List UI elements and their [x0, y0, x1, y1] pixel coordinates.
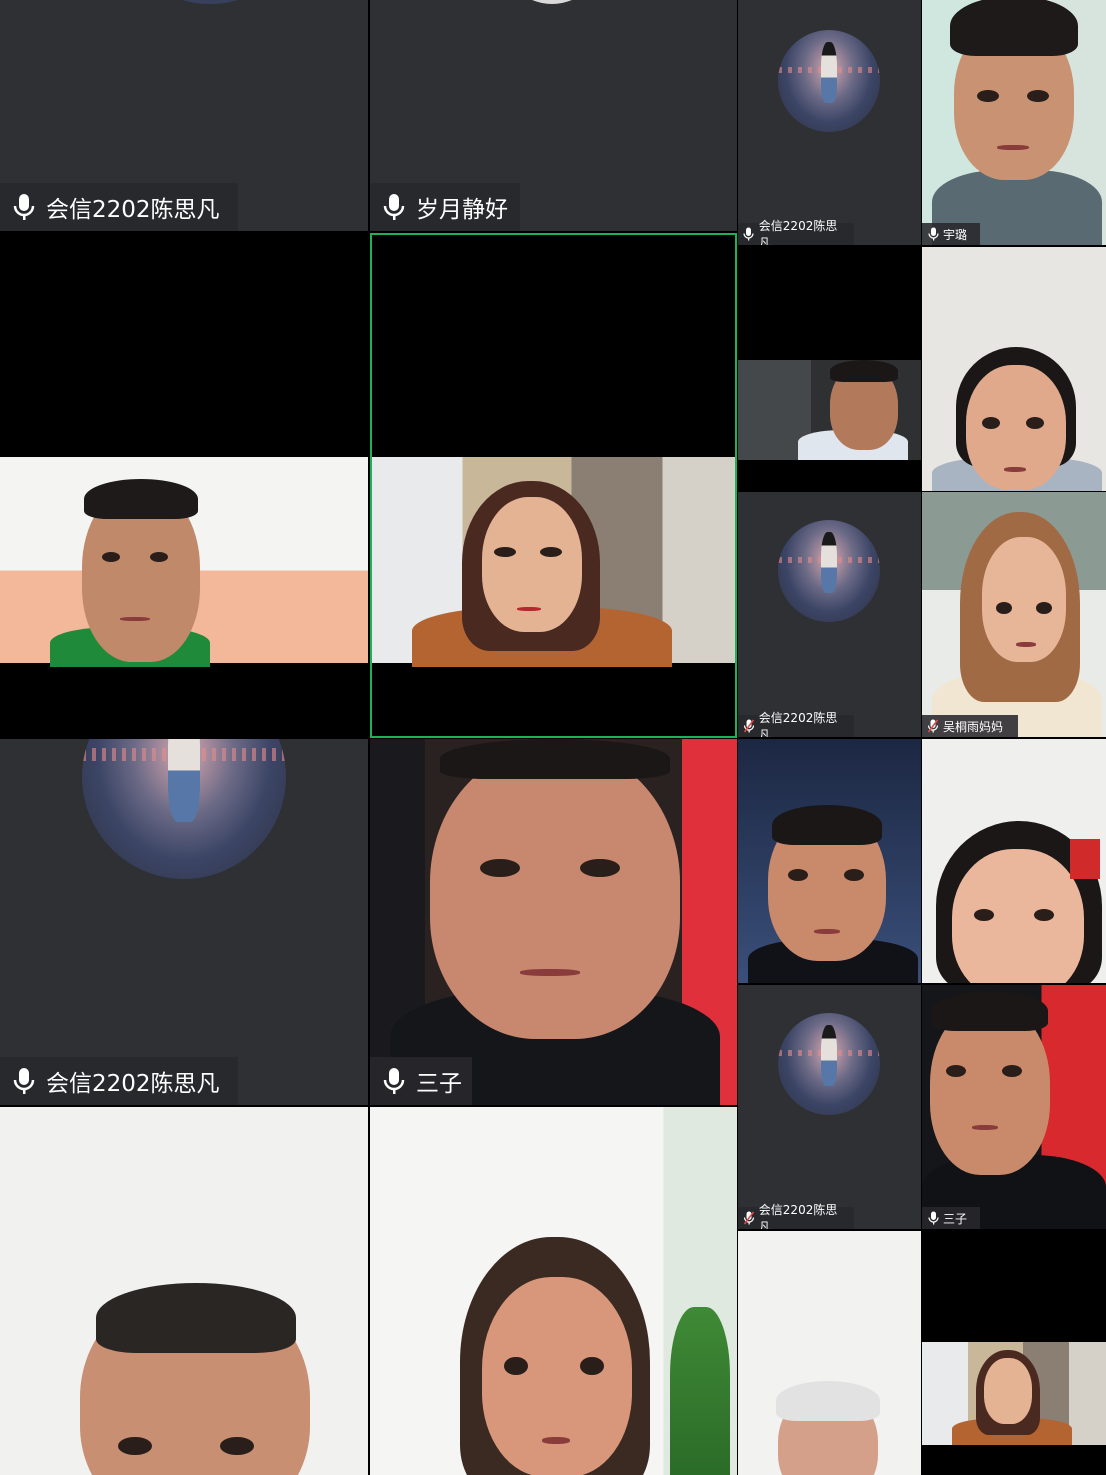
participant-name: 会信2202陈思凡	[758, 1203, 838, 1229]
participant-name: 宇璐	[943, 227, 968, 242]
video-feed	[738, 360, 921, 460]
video-tile[interactable]	[738, 1231, 921, 1475]
video-tile[interactable]: 会信2202陈思凡	[738, 492, 921, 737]
avatar	[778, 520, 880, 622]
participant-name: 会信2202陈思凡	[758, 711, 838, 737]
avatar	[110, 0, 310, 4]
video-tile[interactable]: 会信2202陈思凡	[738, 985, 921, 1229]
avatar	[82, 739, 286, 879]
mic-icon	[10, 1066, 38, 1096]
participant-name: 三子	[943, 1211, 968, 1226]
mic-icon	[742, 227, 756, 241]
video-tile[interactable]: 三子	[370, 739, 737, 1105]
mic-icon	[10, 192, 38, 222]
mic-icon	[926, 1211, 940, 1225]
video-tile[interactable]: 会信2202陈思凡	[0, 0, 368, 231]
participant-label: 会信2202陈思凡	[738, 711, 854, 737]
video-tile[interactable]	[0, 233, 368, 737]
participant-label: 会信2202陈思凡	[738, 1203, 854, 1229]
video-tile[interactable]	[922, 1231, 1106, 1475]
participant-label: 三子	[922, 1207, 980, 1229]
participant-label: 吴桐雨妈妈	[922, 715, 1018, 737]
video-tile[interactable]	[738, 247, 921, 490]
participant-label: 会信2202陈思凡	[0, 1057, 238, 1105]
video-feed	[0, 457, 368, 667]
participant-label: 三子	[370, 1057, 472, 1105]
video-tile[interactable]	[922, 247, 1106, 491]
participant-name: 会信2202陈思凡	[46, 197, 220, 223]
participant-name: 会信2202陈思凡	[46, 1071, 220, 1097]
video-tile[interactable]: 吴桐雨妈妈	[922, 492, 1106, 737]
participant-name: 会信2202陈思凡	[758, 219, 838, 245]
video-tile[interactable]	[922, 739, 1106, 983]
video-tile[interactable]: 三子	[922, 985, 1106, 1229]
mic-muted-icon	[742, 719, 756, 733]
mic-muted-icon	[926, 719, 940, 733]
participant-label: 会信2202陈思凡	[0, 183, 238, 231]
video-feed	[922, 1342, 1106, 1445]
video-feed	[372, 457, 735, 667]
mic-muted-icon	[742, 1211, 756, 1225]
video-tile[interactable]: 岁月静好	[370, 0, 737, 231]
participant-label: 会信2202陈思凡	[738, 219, 854, 245]
video-tile[interactable]	[370, 1107, 737, 1475]
participant-name: 吴桐雨妈妈	[943, 719, 1004, 734]
participant-label: 岁月静好	[370, 183, 520, 231]
video-tile[interactable]: 宇璐	[922, 0, 1106, 245]
video-tile[interactable]: 会信2202陈思凡	[0, 739, 368, 1105]
avatar	[500, 0, 604, 4]
avatar	[778, 30, 880, 132]
mic-icon	[380, 1066, 408, 1096]
video-tile[interactable]	[0, 1107, 368, 1475]
avatar	[778, 1013, 880, 1115]
mic-icon	[380, 192, 408, 222]
mic-icon	[926, 227, 940, 241]
participant-label: 宇璐	[922, 223, 980, 245]
participant-name: 岁月静好	[416, 197, 508, 223]
video-tile[interactable]	[738, 739, 921, 983]
video-tile-active-speaker[interactable]	[370, 233, 737, 738]
video-tile[interactable]: 会信2202陈思凡	[738, 0, 921, 245]
participant-name: 三子	[416, 1071, 462, 1097]
